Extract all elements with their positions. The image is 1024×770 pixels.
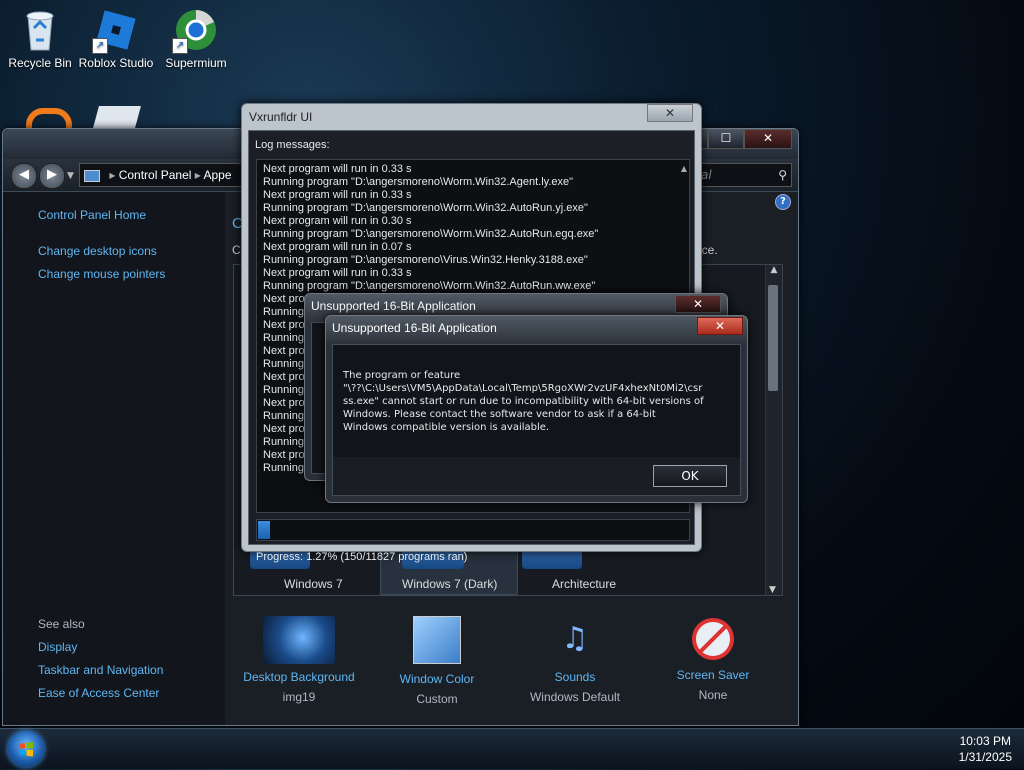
sounds-item[interactable]: ♫ Sounds Windows Default <box>515 616 635 704</box>
log-line: Running program "D:\angersmoreno\Virus.W… <box>263 254 588 266</box>
dialog-message-line: The program or feature <box>343 370 461 381</box>
help-icon[interactable]: ? <box>775 194 791 210</box>
desktop-background-item[interactable]: Desktop Background img19 <box>239 616 359 704</box>
dialog-back-close-button[interactable]: ✕ <box>675 295 721 313</box>
sounds-icon: ♫ <box>561 621 589 656</box>
progress-fill <box>258 521 270 539</box>
vxrunfldr-close-button[interactable]: ✕ <box>647 104 693 122</box>
theme-label-windows-7-dark[interactable]: Windows 7 (Dark) <box>402 577 497 591</box>
page-description-left: C <box>232 243 241 257</box>
control-panel-icon <box>84 169 100 182</box>
log-line: Next program will run in 0.33 s <box>263 267 412 279</box>
desktop-icon-supermium[interactable]: ↗ Supermium <box>156 6 236 70</box>
window-color-label[interactable]: Window Color <box>377 672 497 686</box>
windows-logo-icon <box>19 742 33 757</box>
desktop-icon-label: Recycle Bin <box>8 56 72 70</box>
link-control-panel-home[interactable]: Control Panel Home <box>38 208 146 222</box>
shortcut-arrow-icon: ↗ <box>172 38 188 54</box>
desktop-icon-recycle-bin[interactable]: Recycle Bin <box>0 6 80 70</box>
log-line: Next program will run in 0.07 s <box>263 241 412 253</box>
left-task-pane: Control Panel Home Change desktop icons … <box>3 192 225 725</box>
log-line: Next program will run in 0.33 s <box>263 163 412 175</box>
see-also-label: See also <box>38 617 85 631</box>
scroll-up-icon[interactable]: ▲ <box>766 265 782 275</box>
ok-button[interactable]: OK <box>653 465 727 487</box>
search-icon[interactable]: ⚲ <box>778 164 787 186</box>
dialog-title: Unsupported 16-Bit Application <box>332 321 497 335</box>
sounds-value: Windows Default <box>529 690 621 704</box>
dialog-message: The program or feature "\??\C:\Users\VM5\… <box>343 369 704 434</box>
close-button[interactable]: ✕ <box>744 129 792 149</box>
screen-saver-icon <box>692 618 734 660</box>
link-taskbar-and-navigation[interactable]: Taskbar and Navigation <box>38 663 163 677</box>
log-line: Running program "D:\angersmoreno\Worm.Wi… <box>263 176 574 188</box>
screen-saver-item[interactable]: Screen Saver None <box>653 616 773 702</box>
unsupported-app-dialog[interactable]: Unsupported 16-Bit Application ✕ The pro… <box>325 315 748 503</box>
log-line: Next program will run in 0.30 s <box>263 215 412 227</box>
window-color-value: Custom <box>416 692 458 706</box>
scroll-down-icon[interactable]: ▼ <box>769 585 776 595</box>
supermium-icon: ↗ <box>172 6 220 54</box>
recycle-bin-icon <box>16 6 64 54</box>
desktop-background-icon <box>263 616 335 664</box>
log-line: Running program "D:\angersmoreno\Worm.Wi… <box>263 228 599 240</box>
clock-date: 1/31/2025 <box>958 750 1012 764</box>
maximize-button[interactable]: ☐ <box>708 129 744 149</box>
dialog-body: The program or feature "\??\C:\Users\VM5\… <box>332 344 741 496</box>
breadcrumb-control-panel[interactable]: Control Panel <box>119 168 192 182</box>
breadcrumb-separator-icon: ▸ <box>109 168 119 182</box>
clock-time: 10:03 PM <box>959 734 1011 748</box>
dialog-back-title: Unsupported 16-Bit Application <box>311 299 476 313</box>
log-messages-label: Log messages: <box>255 139 330 151</box>
window-color-icon <box>413 616 461 664</box>
dialog-message-line: "\??\C:\Users\VM5\AppData\Local\Temp\5Rg… <box>343 383 703 394</box>
desktop-icon-label: Roblox Studio <box>78 56 154 70</box>
desktop-background-label[interactable]: Desktop Background <box>239 670 359 684</box>
link-change-desktop-icons[interactable]: Change desktop icons <box>38 244 157 258</box>
roblox-studio-icon: ↗ <box>92 6 140 54</box>
scrollbar-thumb[interactable] <box>768 285 778 391</box>
system-clock[interactable]: 10:03 PM 1/31/2025 <box>959 733 1012 765</box>
breadcrumb-appearance[interactable]: Appe <box>203 168 231 182</box>
theme-label-windows-7[interactable]: Windows 7 <box>284 577 343 591</box>
screen-saver-value: None <box>698 688 728 702</box>
theme-label-architecture[interactable]: Architecture <box>552 577 616 591</box>
dialog-close-button[interactable]: ✕ <box>697 317 743 335</box>
window-color-item[interactable]: Window Color Custom <box>377 616 497 706</box>
chevron-down-icon[interactable]: ▼ <box>67 171 74 181</box>
dialog-message-line: Windows. Please contact the software ven… <box>343 409 656 420</box>
vxrunfldr-title: Vxrunfldr UI <box>249 110 313 124</box>
start-button[interactable] <box>8 731 44 767</box>
desktop-icon-label: Supermium <box>165 56 227 70</box>
progress-bar <box>256 519 690 541</box>
log-line: Next program will run in 0.33 s <box>263 189 412 201</box>
progress-text: Progress: 1.27% (150/11827 programs ran) <box>256 551 468 563</box>
dialog-message-line: ss.exe" cannot start or run due to incom… <box>343 396 704 407</box>
shortcut-arrow-icon: ↗ <box>92 38 108 54</box>
desktop-icon-partial-white[interactable] <box>93 106 141 128</box>
desktop-icon-roblox-studio[interactable]: ↗ Roblox Studio <box>76 6 156 70</box>
link-ease-of-access-center[interactable]: Ease of Access Center <box>38 686 159 700</box>
desktop-background-value: img19 <box>282 690 316 704</box>
screen-saver-label[interactable]: Screen Saver <box>653 668 773 682</box>
link-change-mouse-pointers[interactable]: Change mouse pointers <box>38 267 165 281</box>
taskbar: 10:03 PM 1/31/2025 <box>0 728 1024 769</box>
sounds-label[interactable]: Sounds <box>515 670 635 684</box>
link-display[interactable]: Display <box>38 640 77 654</box>
back-button[interactable]: ◀ <box>11 163 37 189</box>
dialog-message-line: Windows compatible version is available. <box>343 422 550 433</box>
search-input[interactable]: al ⚲ <box>694 163 792 187</box>
scroll-up-icon[interactable]: ▲ <box>681 164 687 173</box>
forward-button[interactable]: ▶ <box>39 163 65 189</box>
theme-list-scrollbar[interactable]: ▲ ▼ <box>765 265 782 595</box>
log-line: Running program "D:\angersmoreno\Worm.Wi… <box>263 202 588 214</box>
log-line: Running program "D:\angersmoreno\Worm.Wi… <box>263 280 596 292</box>
